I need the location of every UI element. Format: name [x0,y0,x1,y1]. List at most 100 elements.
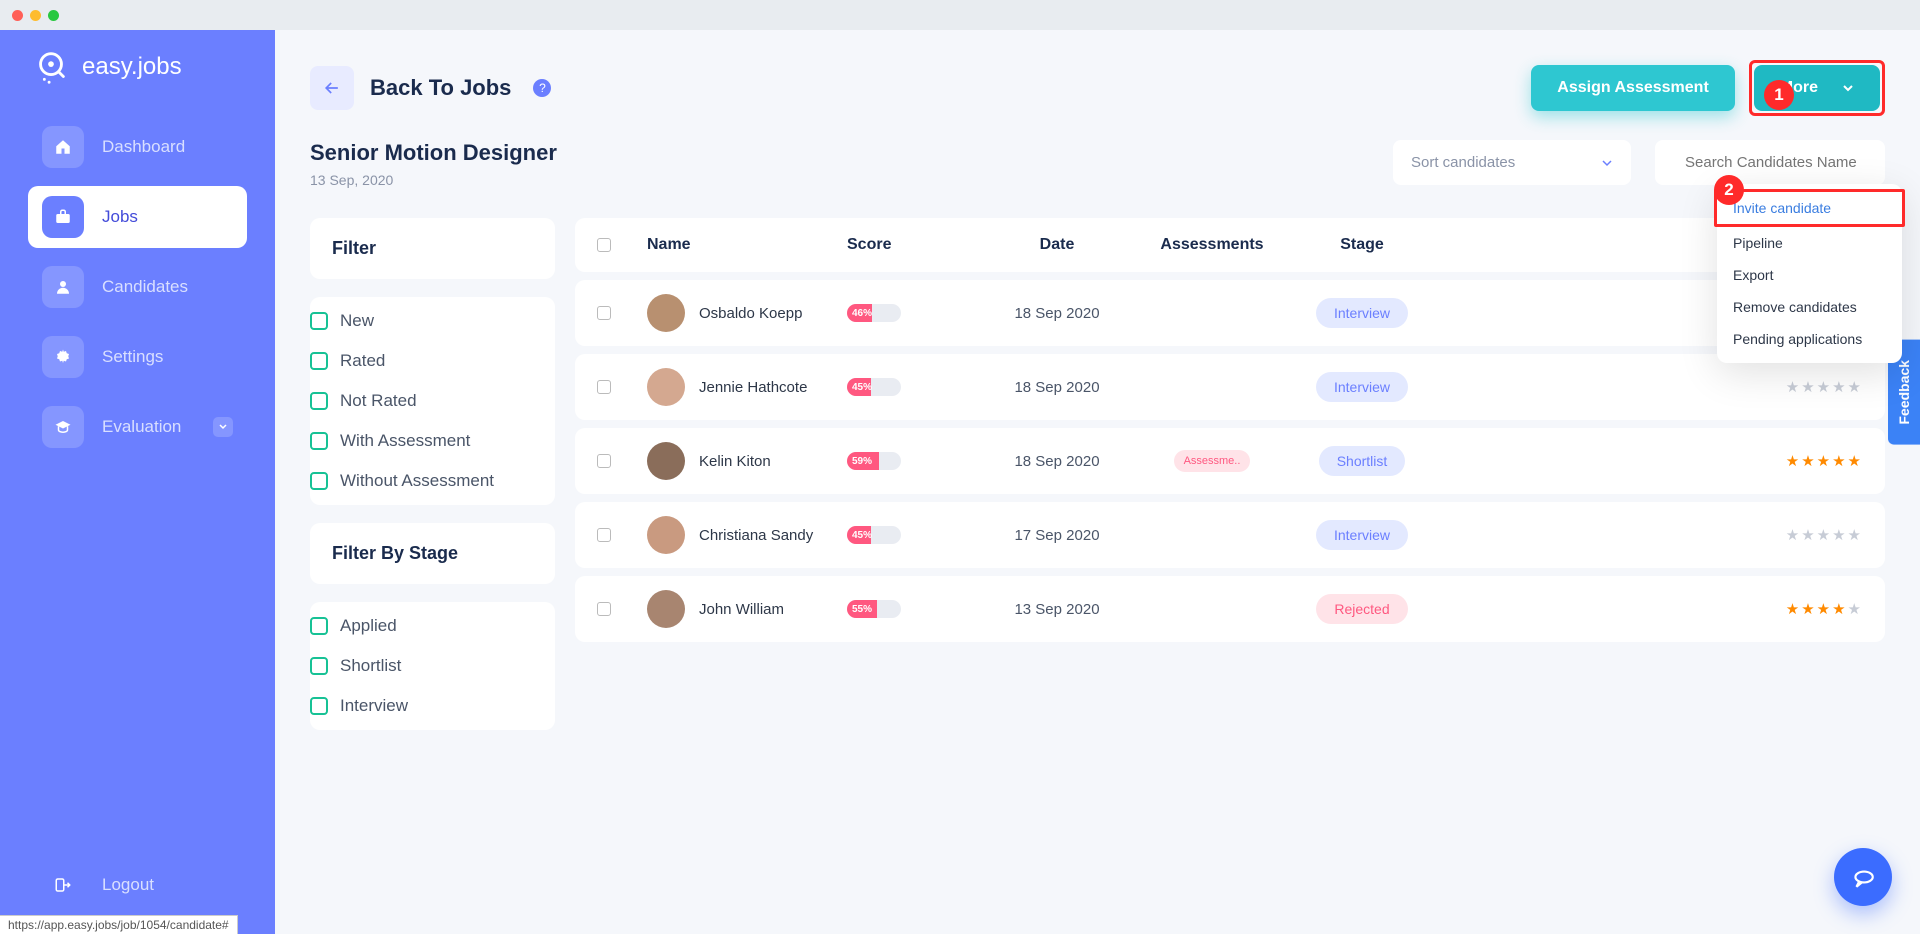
sidebar-item-evaluation[interactable]: Evaluation [28,396,247,458]
row-checkbox[interactable] [597,306,611,320]
nav-label: Candidates [102,277,188,297]
filter-title: Filter [332,238,533,259]
filter-label: Interview [340,696,408,716]
score-badge: 45% [847,526,901,544]
filter-option[interactable]: With Assessment [310,421,555,461]
rating-stars[interactable]: ★★★★★ [1786,453,1863,470]
candidate-name: Christiana Sandy [699,527,813,544]
nav-label: Jobs [102,207,138,227]
user-icon [54,278,72,296]
table-row[interactable]: Jennie Hathcote45%18 Sep 2020Interview★★… [575,354,1885,420]
col-date: Date [977,236,1137,254]
filter-label: Shortlist [340,656,401,676]
sidebar-item-candidates[interactable]: Candidates [28,256,247,318]
nav-label: Dashboard [102,137,185,157]
help-icon[interactable]: ? [533,79,551,97]
filter-label: With Assessment [340,431,470,451]
filter-option[interactable]: Not Rated [310,381,555,421]
chat-bubble[interactable] [1834,848,1892,906]
search-input[interactable] [1685,154,1884,171]
dropdown-item[interactable]: Pipeline [1717,227,1902,259]
rating-stars[interactable]: ★★★★★ [1786,527,1863,544]
date-cell: 18 Sep 2020 [977,453,1137,470]
row-checkbox[interactable] [597,528,611,542]
checkbox-icon [310,472,328,490]
callout-1: 1 [1764,80,1794,110]
nav-label: Settings [102,347,163,367]
back-button[interactable] [310,66,354,110]
select-all-checkbox[interactable] [597,238,611,252]
filter-label: New [340,311,374,331]
dropdown-item[interactable]: Pending applications [1717,323,1902,355]
logout-button[interactable]: Logout [28,854,247,916]
row-checkbox[interactable] [597,602,611,616]
sidebar-item-settings[interactable]: Settings [28,326,247,388]
filter-option[interactable]: New [310,301,555,341]
avatar [647,516,685,554]
gear-icon [54,348,72,366]
checkbox-icon [310,657,328,675]
col-stage: Stage [1287,236,1437,254]
chevron-down-icon [213,417,233,437]
dropdown-item[interactable]: Export [1717,259,1902,291]
score-badge: 55% [847,600,901,618]
filter-option[interactable]: Rated [310,341,555,381]
avatar [647,442,685,480]
window-close-dot[interactable] [12,10,23,21]
assessment-badge: Assessme.. [1174,450,1251,472]
col-assessments: Assessments [1137,236,1287,254]
col-score: Score [847,236,977,254]
back-title: Back To Jobs [370,75,511,101]
browser-chrome [0,0,1920,30]
filter-stage-option[interactable]: Applied [310,606,555,646]
row-checkbox[interactable] [597,380,611,394]
search-box[interactable] [1655,140,1885,185]
filter-stage-title-card: Filter By Stage [310,523,555,584]
sort-label: Sort candidates [1411,154,1515,171]
logout-icon [54,876,72,894]
row-checkbox[interactable] [597,454,611,468]
table-row[interactable]: John William 55% 13 Sep 2020 Rejected ★★★★★ [575,576,1885,642]
score-badge: 46% [847,304,901,322]
table-row[interactable]: Christiana Sandy45%17 Sep 2020Interview★… [575,502,1885,568]
filter-label: Rated [340,351,385,371]
sort-dropdown[interactable]: Sort candidates [1393,140,1631,185]
avatar [647,294,685,332]
date-cell: 18 Sep 2020 [977,305,1137,322]
logo-icon [32,48,70,86]
filter-stage-option[interactable]: Shortlist [310,646,555,686]
table-row[interactable]: Osbaldo Koepp46%18 Sep 2020Interview★★★★… [575,280,1885,346]
rating-stars[interactable]: ★★★★★ [1786,379,1863,396]
filter-title-card: Filter [310,218,555,279]
date-cell: 17 Sep 2020 [977,527,1137,544]
sidebar-item-jobs[interactable]: Jobs [28,186,247,248]
nav-label: Evaluation [102,417,181,437]
job-date: 13 Sep, 2020 [310,172,557,188]
checkbox-icon [310,617,328,635]
candidate-name: John William [699,601,784,618]
sidebar-item-dashboard[interactable]: Dashboard [28,116,247,178]
candidate-name: Kelin Kiton [699,453,771,470]
dropdown-item[interactable]: Remove candidates [1717,291,1902,323]
arrow-left-icon [322,78,342,98]
date-cell: 18 Sep 2020 [977,379,1137,396]
assign-assessment-button[interactable]: Assign Assessment [1531,65,1734,111]
candidate-name: Osbaldo Koepp [699,305,802,322]
filter-stage-option[interactable]: Interview [310,686,555,726]
filter-label: Without Assessment [340,471,494,491]
job-title: Senior Motion Designer [310,140,557,166]
stage-pill: Rejected [1316,594,1407,624]
logo[interactable]: easy.jobs [28,48,247,86]
status-bar-url: https://app.easy.jobs/job/1054/candidate… [0,915,238,934]
window-min-dot[interactable] [30,10,41,21]
rating-stars[interactable]: ★★★★★ [1786,601,1863,618]
date-cell: 13 Sep 2020 [977,601,1137,618]
stage-pill: Interview [1316,372,1408,402]
logout-label: Logout [102,875,154,895]
checkbox-icon [310,697,328,715]
table-row[interactable]: Kelin Kiton59%18 Sep 2020Assessme..Short… [575,428,1885,494]
chat-icon [1850,864,1876,890]
filter-option[interactable]: Without Assessment [310,461,555,501]
window-max-dot[interactable] [48,10,59,21]
main-content: 1 2 Back To Jobs ? Assign Assessment Mor… [275,30,1920,934]
